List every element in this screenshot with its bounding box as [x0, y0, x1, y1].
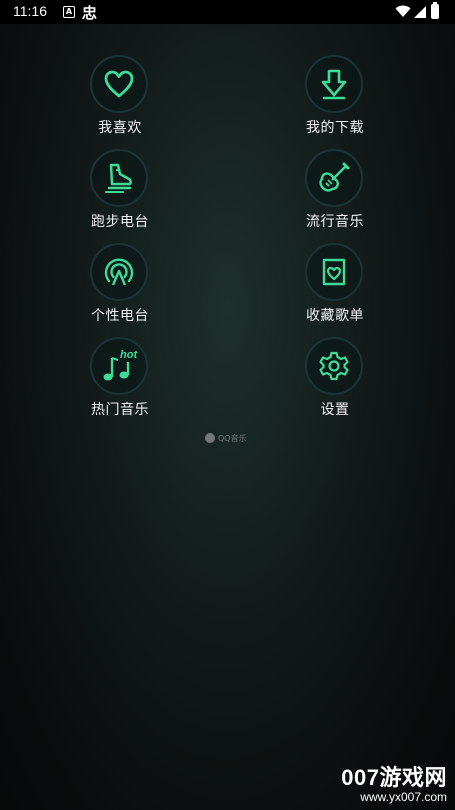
- download-icon: [305, 55, 363, 113]
- menu-label: 我的下载: [306, 120, 364, 136]
- menu-label: 个性电台: [91, 308, 149, 324]
- menu-label: 我喜欢: [98, 120, 142, 136]
- radio-broadcast-icon: [90, 243, 148, 301]
- favorite-playlist-icon: [305, 243, 363, 301]
- gear-icon: [305, 337, 363, 395]
- status-bar: 11:16 A 忠: [0, 0, 455, 24]
- menu-item-saved-playlists[interactable]: 收藏歌单: [275, 243, 395, 333]
- menu-label: 收藏歌单: [306, 308, 364, 324]
- menu-item-pop-music[interactable]: 流行音乐: [275, 149, 395, 239]
- menu-item-personal-radio[interactable]: 个性电台: [60, 243, 180, 333]
- menu-item-favorites[interactable]: 我喜欢: [60, 55, 180, 145]
- heart-icon: [90, 55, 148, 113]
- hot-badge: hot: [120, 349, 138, 361]
- watermark: 007游戏网 www.yx007.com: [341, 760, 447, 804]
- qq-logo-icon: [205, 433, 215, 443]
- menu-item-hot-music[interactable]: hot 热门音乐: [60, 337, 180, 427]
- menu-item-settings[interactable]: 设置: [275, 337, 395, 427]
- battery-icon: [431, 2, 439, 19]
- hot-music-icon: hot: [90, 337, 148, 395]
- menu-item-running-radio[interactable]: 跑步电台: [60, 149, 180, 239]
- wifi-icon: [395, 5, 411, 17]
- qq-music-brand: QQ音乐: [205, 431, 265, 445]
- menu-label: 流行音乐: [306, 214, 364, 230]
- watermark-title: 007游戏网: [341, 765, 447, 790]
- notification-a-icon: A: [63, 6, 75, 18]
- watermark-url: www.yx007.com: [360, 790, 447, 804]
- menu-label: 跑步电台: [91, 214, 149, 230]
- menu-label: 设置: [320, 402, 350, 418]
- signal-icon: [414, 6, 426, 18]
- guitar-icon: [305, 149, 363, 207]
- menu-item-downloads[interactable]: 我的下载: [275, 55, 395, 145]
- notification-app-icon: 忠: [82, 4, 98, 22]
- status-time: 11:16: [13, 3, 47, 19]
- menu-label: 热门音乐: [91, 402, 149, 418]
- running-shoe-icon: [90, 149, 148, 207]
- brand-text: QQ音乐: [218, 433, 247, 443]
